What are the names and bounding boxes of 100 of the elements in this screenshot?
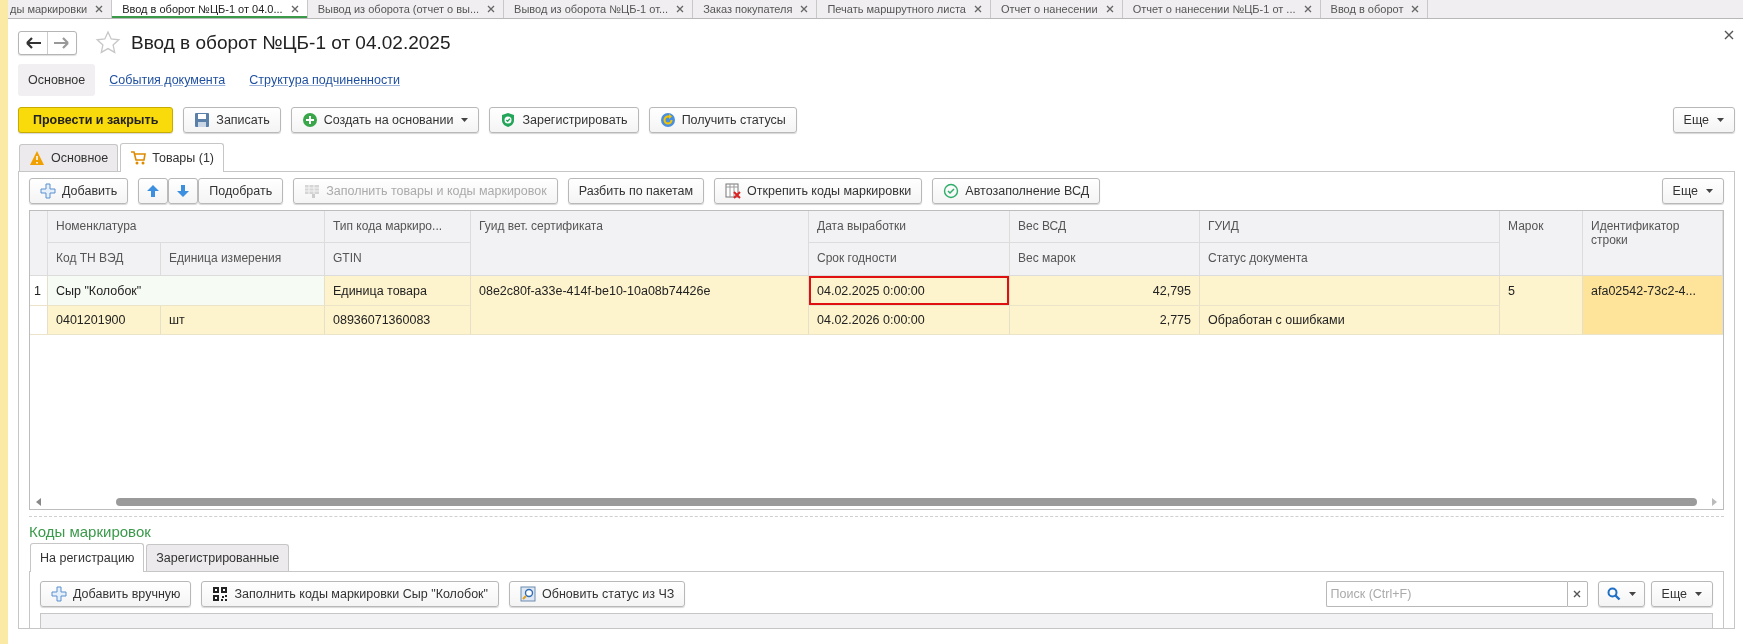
table-cell: afa02542-73c2-4... [1583,276,1723,335]
toolbar-button[interactable] [168,178,199,204]
close-icon[interactable] [1723,29,1735,41]
data-magnifier-icon [520,586,536,602]
column-header: Гуид вет. сертификата [471,211,809,276]
form-tab[interactable]: Основное [19,144,119,171]
table-cell: Сыр "Колобок" [48,276,325,306]
clear-icon [1573,590,1582,598]
star-icon[interactable] [95,30,121,56]
table-cell: 04.02.2025 0:00:00 [809,276,1010,306]
column-header: Вес марок [1010,243,1200,276]
window-tab[interactable]: Отчет о нанесении [990,0,1123,18]
close-icon[interactable] [973,5,982,13]
close-icon[interactable] [290,5,299,13]
column-header: ГУИД [1200,211,1500,243]
column-header: Срок годности [809,243,1010,276]
close-icon[interactable] [1303,5,1312,13]
warning-icon [29,150,45,166]
column-header: Вес ВСД [1010,211,1200,243]
close-icon[interactable] [1105,5,1114,13]
column-header: GTIN [325,243,471,276]
close-icon[interactable] [95,5,104,13]
row-number-cell [30,306,48,335]
table-icon [304,183,321,199]
floppy-icon [194,112,211,128]
toolbar-button[interactable]: Добавить вручную [40,581,192,607]
table-cell: шт [161,306,325,335]
more-button[interactable]: Еще [1650,581,1713,607]
toolbar-button[interactable] [138,178,169,204]
window-tab[interactable]: Вывод из оборота №ЦБ-1 от... [504,0,694,18]
column-header: Статус документа [1200,243,1500,276]
toolbar-button[interactable]: Получить статусы [648,107,797,133]
table-cell: Единица товара [325,276,471,306]
close-icon[interactable] [800,5,809,13]
window-tab[interactable]: Заказ покупателя [693,0,818,18]
window-tab[interactable]: Ввод в оборот №ЦБ-1 от 04.0... [112,0,308,18]
table-cell: 5 [1500,276,1583,335]
column-header: Код ТН ВЭД [48,243,161,276]
plus-circle-icon [301,112,318,128]
scrollbar-thumb[interactable] [116,498,1697,506]
toolbar-button[interactable]: Заполнить коды маркировки Сыр "Колобок" [201,581,499,607]
navigation-link[interactable]: Основное [18,64,96,96]
column-header: Номенклатура [48,211,325,243]
post-and-close-button[interactable]: Провести и закрыть [18,107,174,133]
window-tab[interactable]: Печать маршрутного листа [817,0,991,18]
toolbar-button[interactable]: Открепить коды маркировки [714,178,923,204]
check-circle-icon [943,183,960,199]
clear-button[interactable] [1566,581,1588,607]
arrow-up-icon [145,183,162,199]
table-cell: 2,775 [1010,306,1200,335]
toolbar-button[interactable]: Добавить [29,178,129,204]
caret-icon [1628,592,1636,596]
form-title: Ввод в оборот №ЦБ-1 от 04.02.2025 [131,32,451,54]
more-button[interactable]: Еще [1672,107,1735,133]
close-icon[interactable] [676,5,685,13]
tab[interactable]: На регистрацию [30,543,145,572]
toolbar-button[interactable]: Записать [183,107,281,133]
toolbar-button[interactable]: Разбить по пакетам [567,178,705,204]
row-number: 1 [30,276,48,306]
shield-icon [500,112,517,128]
column-header: Идентификатор строки [1583,211,1723,276]
close-icon[interactable] [1411,5,1420,13]
toolbar-button[interactable]: Обновить статус из ЧЗ [509,581,686,607]
navigation-link[interactable]: Структура подчиненности [239,64,410,96]
close-icon[interactable] [487,5,496,13]
caret-icon [1706,189,1713,193]
table-cell: 08e2c80f-a33e-414f-be10-10a08b74426e [471,276,809,335]
table-cell: Обработан с ошибками [1200,306,1500,335]
more-button[interactable]: Еще [1661,178,1724,204]
table-cell: 0401201900 [48,306,161,335]
toolbar-button[interactable]: Зарегистрировать [489,107,639,133]
window-tab[interactable]: Вывод из оборота (отчет о вы... [307,0,505,18]
toolbar-button[interactable]: Подобрать [198,178,284,204]
navigation-link[interactable]: События документа [99,64,236,96]
section-title: Коды маркировок [29,523,152,540]
caret-icon [1717,118,1724,122]
toolbar-button[interactable]: Автозаполнение ВСД [932,178,1101,204]
table-cell: 42,795 [1010,276,1200,306]
cart-icon [130,150,147,166]
table-delete-icon [725,183,742,199]
scroll-left-icon[interactable] [36,498,42,506]
window-tab[interactable]: Ввод в оборот [1320,0,1429,18]
arrow-down-icon [175,183,192,199]
toolbar-button[interactable]: Создать на основании [290,107,480,133]
plus-icon [40,183,56,199]
table-cell: 04.02.2026 0:00:00 [809,306,1010,335]
column-header: Марок [1500,211,1583,276]
table-cell: 08936071360083 [325,306,471,335]
refresh-icon [659,112,676,128]
column-header: Дата выработки [809,211,1010,243]
header-cell [30,211,48,276]
search-field[interactable]: Поиск (Ctrl+F) [1325,581,1567,607]
qr-code-icon [212,586,229,602]
search-icon [1606,587,1621,601]
window-tab[interactable]: Отчет о нанесении №ЦБ-1 от ... [1122,0,1321,18]
search-button[interactable] [1597,581,1645,607]
plus-icon [51,586,67,602]
form-tab[interactable]: Товары (1) [120,143,225,172]
column-header: Единица измерения [161,243,325,276]
tab[interactable]: Зарегистрированные [146,544,290,571]
